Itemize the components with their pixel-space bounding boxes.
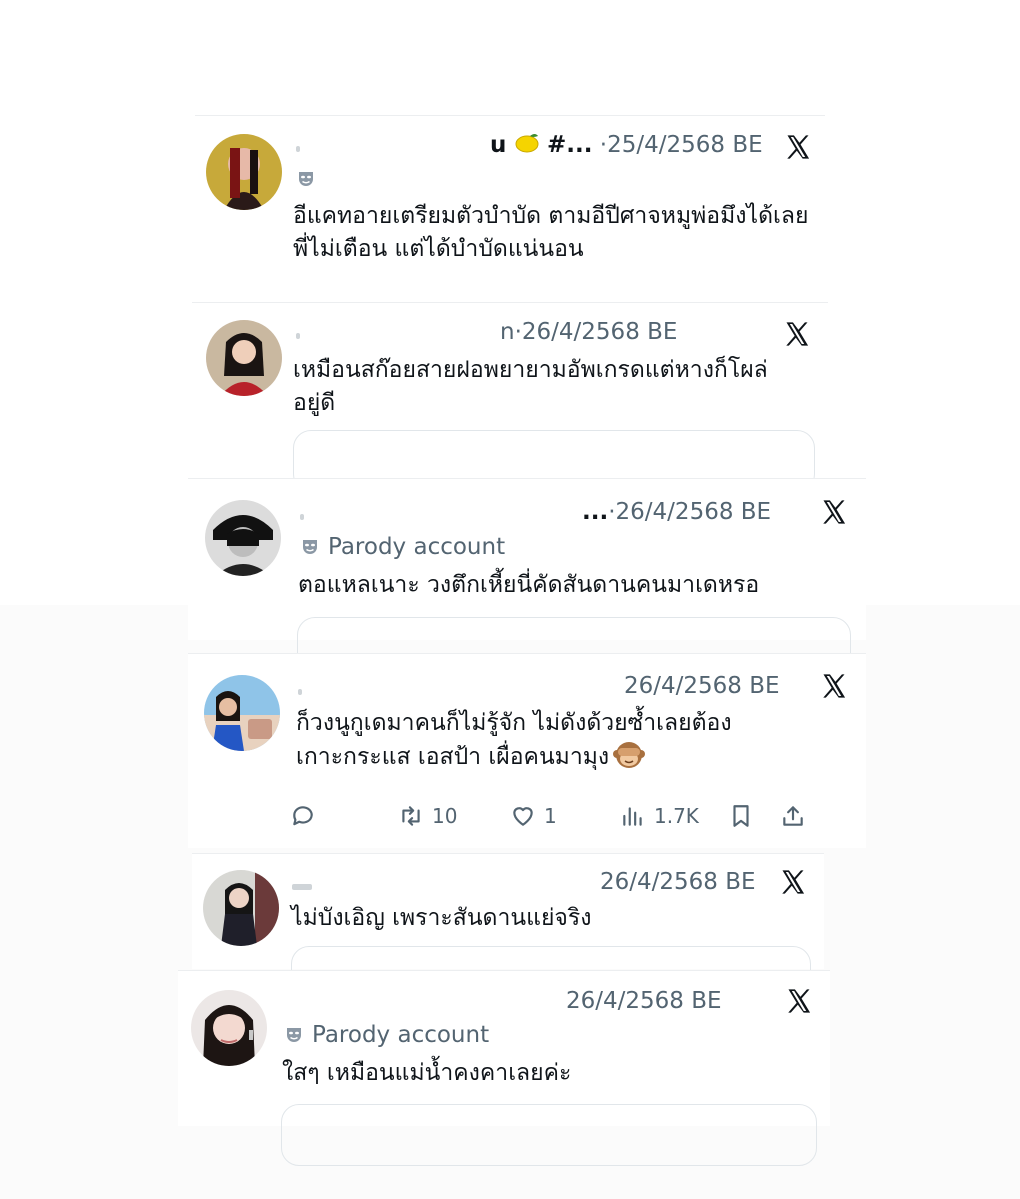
handle[interactable]: ... bbox=[582, 499, 608, 525]
parody-mask-icon bbox=[296, 169, 316, 189]
tweet-date[interactable]: 26/4/2568 BE bbox=[522, 319, 678, 345]
retweet-button[interactable]: 10 bbox=[398, 800, 457, 832]
tweet-meta: ...·26/4/2568 BE bbox=[582, 499, 771, 525]
tweet-meta: 26/4/2568 BE bbox=[600, 869, 756, 895]
divider bbox=[178, 970, 830, 971]
views-count: 1.7K bbox=[654, 804, 699, 828]
share-button[interactable] bbox=[780, 800, 806, 832]
heart-icon bbox=[513, 807, 533, 826]
retweet-count: 10 bbox=[432, 804, 458, 828]
tweet-meta: 26/4/2568 BE bbox=[624, 673, 780, 699]
tweet-text: ไม่บังเอิญ เพราะสันดานแย่จริง bbox=[291, 905, 592, 931]
divider bbox=[195, 115, 825, 116]
separator: · bbox=[514, 319, 522, 345]
parody-label: Parody account bbox=[328, 534, 506, 560]
share-icon bbox=[783, 806, 803, 826]
handle[interactable]: n bbox=[500, 319, 515, 345]
tweet-text: ตอแหลเนาะ วงตึกเหี้ยนี่คัดสันดานคนมาเดหร… bbox=[298, 572, 760, 598]
x-logo-icon bbox=[784, 133, 812, 161]
parody-label: Parody account bbox=[312, 1022, 490, 1048]
bookmark-button[interactable] bbox=[728, 800, 754, 832]
divider bbox=[192, 302, 828, 303]
bookmark-icon bbox=[733, 805, 749, 827]
tweet-text: ใสๆ เหมือนแม่น้ำคงคาเลยค่ะ bbox=[282, 1060, 572, 1086]
separator: · bbox=[608, 499, 616, 525]
tweet-text-content: ก็วงนูกูเดมาคนก็ไม่รู้จัก ไม่ดังด้วยซ้ำเ… bbox=[296, 710, 732, 770]
tweet-date[interactable]: 26/4/2568 BE bbox=[600, 869, 756, 895]
tweet-meta: n·26/4/2568 BE bbox=[500, 319, 677, 345]
reply-icon bbox=[293, 806, 313, 826]
x-logo-icon bbox=[820, 498, 848, 526]
quoted-tweet[interactable] bbox=[281, 1104, 817, 1166]
tweet-actions: 10 1 1.7K bbox=[290, 800, 820, 836]
display-name[interactable]: u bbox=[490, 132, 506, 158]
separator: · bbox=[599, 132, 608, 158]
tweet-date[interactable]: 26/4/2568 BE bbox=[566, 988, 722, 1014]
tweet-meta: 26/4/2568 BE bbox=[566, 988, 722, 1014]
x-logo-icon bbox=[785, 987, 813, 1015]
divider bbox=[192, 853, 824, 854]
avatar[interactable] bbox=[206, 320, 282, 396]
blurred-name bbox=[300, 514, 304, 520]
blurred-name bbox=[292, 884, 312, 890]
x-logo-icon bbox=[820, 672, 848, 700]
tweet-date[interactable]: 25/4/2568 BE bbox=[607, 132, 763, 158]
views-icon bbox=[623, 807, 642, 826]
avatar[interactable] bbox=[205, 500, 281, 576]
divider bbox=[188, 478, 866, 479]
x-logo-icon bbox=[779, 868, 807, 896]
tweet-text: อีแคทอายเตรียมตัวบำบัด ตามอีปีศาจหมูพ่อม… bbox=[293, 203, 809, 262]
divider bbox=[188, 653, 866, 654]
parody-mask-icon bbox=[284, 1025, 304, 1045]
avatar[interactable] bbox=[203, 870, 279, 946]
retweet-icon bbox=[402, 806, 420, 826]
avatar[interactable] bbox=[206, 134, 282, 210]
tweet-date[interactable]: 26/4/2568 BE bbox=[624, 673, 780, 699]
tweet-card[interactable] bbox=[178, 970, 830, 1126]
like-button[interactable]: 1 bbox=[510, 800, 557, 832]
tweet-text: เหมือนสก๊อยสายฝอพยายามอัพเกรดแต่หางก็โผล… bbox=[293, 357, 768, 416]
parody-badge bbox=[296, 166, 324, 192]
blurred-name bbox=[296, 146, 300, 152]
avatar[interactable] bbox=[204, 675, 280, 751]
like-count: 1 bbox=[544, 804, 557, 828]
parody-badge: Parody account bbox=[284, 1022, 489, 1048]
views-button[interactable]: 1.7K bbox=[620, 800, 699, 832]
tweet-date[interactable]: 26/4/2568 BE bbox=[616, 499, 772, 525]
see-no-evil-monkey-emoji-icon bbox=[613, 740, 646, 770]
reply-button[interactable] bbox=[290, 800, 316, 832]
parody-mask-icon bbox=[300, 537, 320, 557]
blurred-name bbox=[298, 689, 302, 695]
parody-badge: Parody account bbox=[300, 534, 505, 560]
tweet-meta: u #... ·25/4/2568 BE bbox=[490, 132, 763, 158]
avatar[interactable] bbox=[191, 990, 267, 1066]
blurred-name bbox=[296, 333, 300, 339]
handle[interactable]: #... bbox=[547, 132, 592, 158]
x-logo-icon bbox=[783, 320, 811, 348]
tweet-text: ก็วงนูกูเดมาคนก็ไม่รู้จัก ไม่ดังด้วยซ้ำเ… bbox=[296, 707, 736, 774]
lemon-emoji-icon bbox=[514, 132, 540, 154]
